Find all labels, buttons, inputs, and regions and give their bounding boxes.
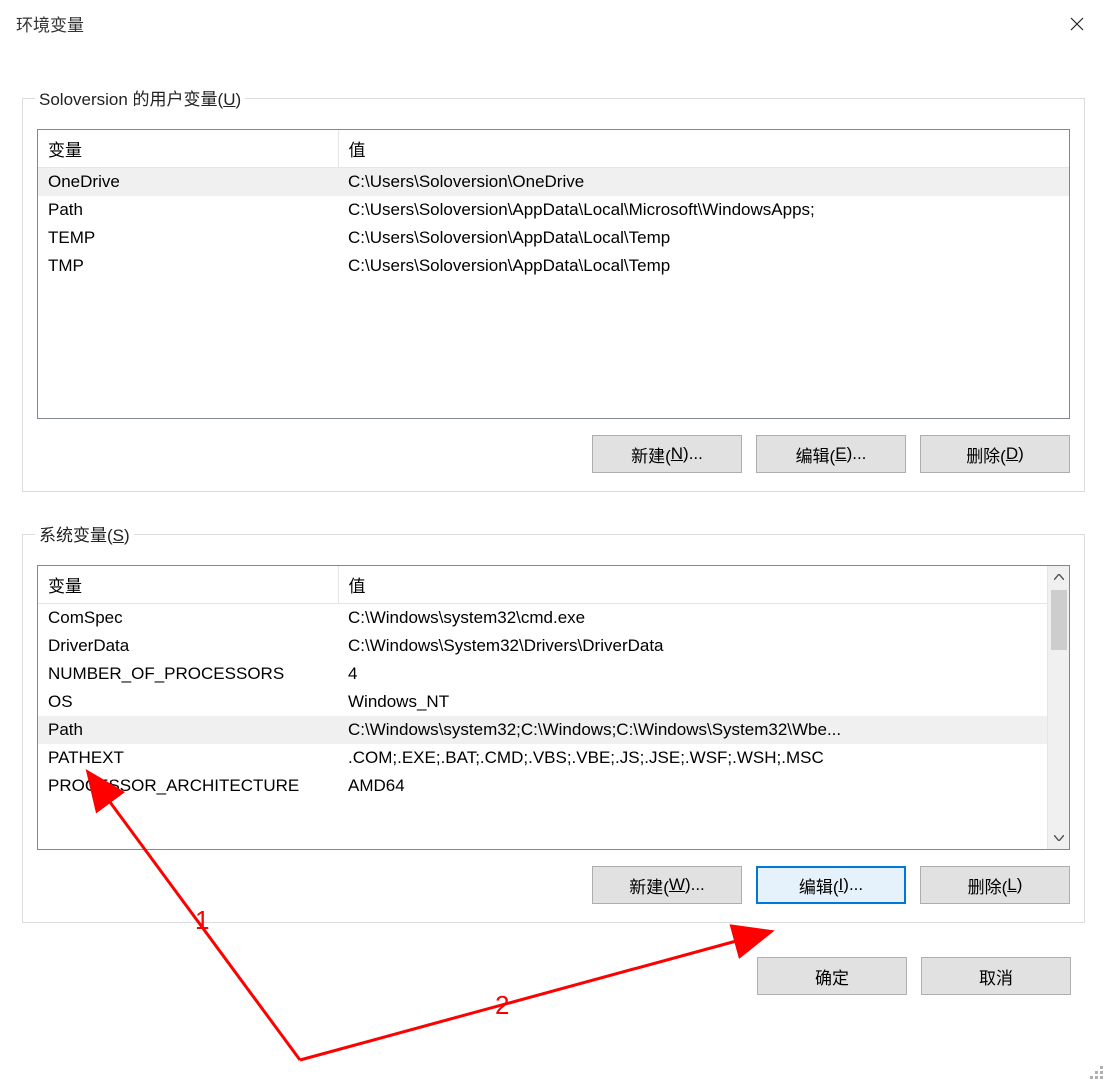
cell-var-name: OneDrive: [38, 168, 338, 197]
system-edit-button[interactable]: 编辑(I)...: [756, 866, 906, 904]
system-vars-table[interactable]: 变量 值 ComSpecC:\Windows\system32\cmd.exeD…: [38, 566, 1047, 800]
table-row[interactable]: NUMBER_OF_PROCESSORS4: [38, 660, 1047, 688]
cell-var-value: C:\Users\Soloversion\OneDrive: [338, 168, 1069, 197]
titlebar: 环境变量: [0, 0, 1107, 48]
close-icon: [1070, 17, 1084, 31]
cell-var-value: C:\Users\Soloversion\AppData\Local\Temp: [338, 224, 1069, 252]
cell-var-name: OS: [38, 688, 338, 716]
cell-var-value: C:\Windows\system32\cmd.exe: [338, 604, 1047, 633]
user-new-button[interactable]: 新建(N)...: [592, 435, 742, 473]
system-new-button[interactable]: 新建(W)...: [592, 866, 742, 904]
window-title: 环境变量: [16, 11, 84, 36]
col-header-val[interactable]: 值: [338, 566, 1047, 604]
cell-var-name: PROCESSOR_ARCHITECTURE: [38, 772, 338, 800]
system-vars-group: 系统变量(S) 变量 值 ComSpecC:\Windows\system32\…: [22, 534, 1085, 923]
user-vars-table[interactable]: 变量 值 OneDriveC:\Users\Soloversion\OneDri…: [38, 130, 1069, 280]
cell-var-value: AMD64: [338, 772, 1047, 800]
cell-var-name: TMP: [38, 252, 338, 280]
col-header-var[interactable]: 变量: [38, 130, 338, 168]
table-row[interactable]: PATHEXT.COM;.EXE;.BAT;.CMD;.VBS;.VBE;.JS…: [38, 744, 1047, 772]
scrollbar-track[interactable]: [1048, 650, 1069, 827]
cell-var-value: Windows_NT: [338, 688, 1047, 716]
cell-var-value: 4: [338, 660, 1047, 688]
table-row[interactable]: OneDriveC:\Users\Soloversion\OneDrive: [38, 168, 1069, 197]
table-row[interactable]: TMPC:\Users\Soloversion\AppData\Local\Te…: [38, 252, 1069, 280]
cell-var-value: C:\Users\Soloversion\AppData\Local\Temp: [338, 252, 1069, 280]
cell-var-name: Path: [38, 716, 338, 744]
system-vars-table-wrap: 变量 值 ComSpecC:\Windows\system32\cmd.exeD…: [37, 565, 1070, 850]
cell-var-name: ComSpec: [38, 604, 338, 633]
col-header-var[interactable]: 变量: [38, 566, 338, 604]
user-vars-group: Soloversion 的用户变量(U) 变量 值 OneDriveC:\Use…: [22, 98, 1085, 492]
user-vars-legend: Soloversion 的用户变量(U): [35, 85, 245, 110]
system-vars-buttons: 新建(W)... 编辑(I)... 删除(L): [37, 866, 1070, 904]
scrollbar-thumb[interactable]: [1051, 590, 1067, 650]
table-row[interactable]: ComSpecC:\Windows\system32\cmd.exe: [38, 604, 1047, 633]
table-row[interactable]: PathC:\Windows\system32;C:\Windows;C:\Wi…: [38, 716, 1047, 744]
resize-grip-icon[interactable]: [1087, 1063, 1103, 1079]
table-row[interactable]: PathC:\Users\Soloversion\AppData\Local\M…: [38, 196, 1069, 224]
system-vars-legend: 系统变量(S): [35, 521, 134, 546]
user-vars-buttons: 新建(N)... 编辑(E)... 删除(D): [37, 435, 1070, 473]
cell-var-value: .COM;.EXE;.BAT;.CMD;.VBS;.VBE;.JS;.JSE;.…: [338, 744, 1047, 772]
table-row[interactable]: DriverDataC:\Windows\System32\Drivers\Dr…: [38, 632, 1047, 660]
table-row[interactable]: TEMPC:\Users\Soloversion\AppData\Local\T…: [38, 224, 1069, 252]
dialog-footer: 确定 取消: [0, 923, 1107, 995]
cell-var-name: DriverData: [38, 632, 338, 660]
cell-var-value: C:\Windows\System32\Drivers\DriverData: [338, 632, 1047, 660]
cell-var-name: PATHEXT: [38, 744, 338, 772]
cancel-button[interactable]: 取消: [921, 957, 1071, 995]
scroll-down-icon[interactable]: [1048, 827, 1070, 849]
system-delete-button[interactable]: 删除(L): [920, 866, 1070, 904]
system-vars-scrollbar[interactable]: [1047, 566, 1069, 849]
table-row[interactable]: OSWindows_NT: [38, 688, 1047, 716]
scroll-up-icon[interactable]: [1048, 566, 1070, 588]
col-header-val[interactable]: 值: [338, 130, 1069, 168]
cell-var-name: TEMP: [38, 224, 338, 252]
table-row[interactable]: PROCESSOR_ARCHITECTUREAMD64: [38, 772, 1047, 800]
cell-var-value: C:\Windows\system32;C:\Windows;C:\Window…: [338, 716, 1047, 744]
user-edit-button[interactable]: 编辑(E)...: [756, 435, 906, 473]
close-button[interactable]: [1047, 0, 1107, 48]
cell-var-name: NUMBER_OF_PROCESSORS: [38, 660, 338, 688]
ok-button[interactable]: 确定: [757, 957, 907, 995]
user-delete-button[interactable]: 删除(D): [920, 435, 1070, 473]
cell-var-value: C:\Users\Soloversion\AppData\Local\Micro…: [338, 196, 1069, 224]
user-vars-table-wrap: 变量 值 OneDriveC:\Users\Soloversion\OneDri…: [37, 129, 1070, 419]
cell-var-name: Path: [38, 196, 338, 224]
